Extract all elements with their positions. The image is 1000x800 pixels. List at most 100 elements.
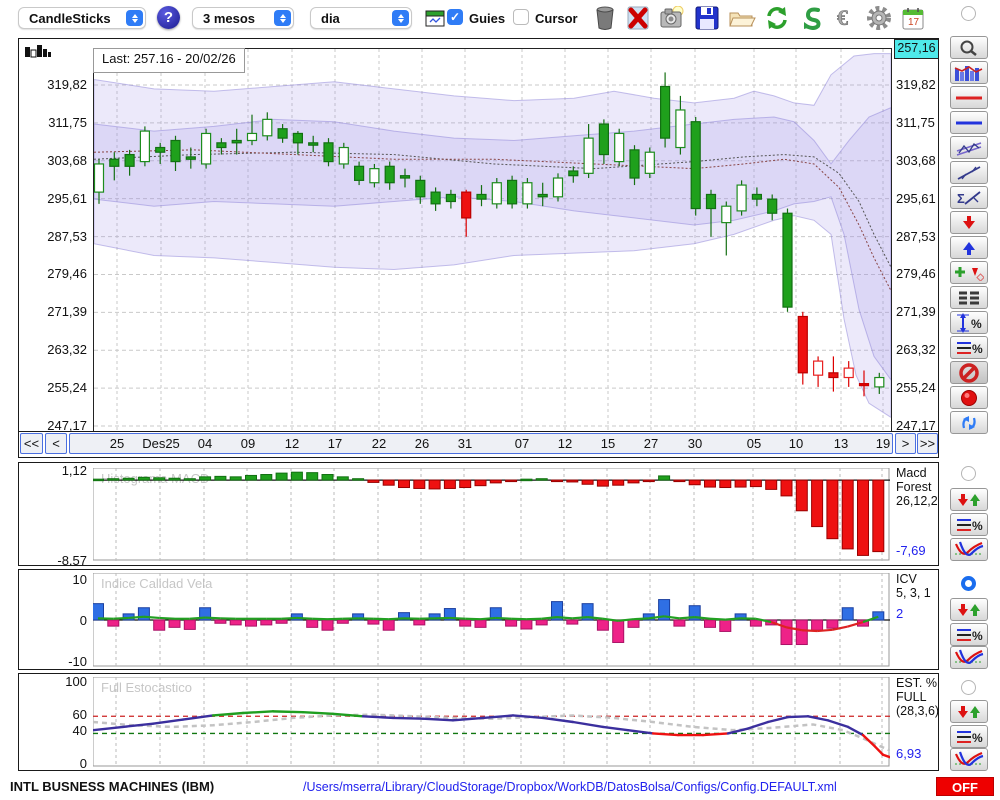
y-axis-label: 60 [72,706,87,722]
lines-percent-icon[interactable]: % [950,725,988,748]
icv-value: 2 [896,606,904,621]
trendline-icon[interactable] [950,161,988,184]
status-bar: INTL BUSNESS MACHINES (IBM) /Users/mserr… [0,774,1000,800]
chevron-updown-icon [274,10,291,26]
y-axis-label: 255,24 [47,380,87,396]
volume-histogram-icon[interactable] [24,43,52,62]
stochastic-radio[interactable] [961,680,976,695]
trash-icon[interactable] [590,4,620,32]
chevron-updown-icon [392,10,409,26]
period-select[interactable]: 3 mesos [192,7,294,29]
x-axis-date-label: 12 [284,436,300,451]
y-axis-label: 311,75 [896,114,935,130]
refresh-icon[interactable] [762,4,792,32]
off-toggle[interactable]: OFF [936,777,994,796]
date-labels-strip[interactable]: 25 Des25 04 09 12 17 22 26 31 07 12 15 27 30 05 10 13 19 [69,433,893,454]
y-axis-label: 303,68 [47,152,87,168]
x-axis-date-label: 15 [600,436,616,451]
gear-icon[interactable] [864,4,894,32]
scroll-right-button[interactable]: > [895,433,916,454]
y-axis-label: 303,68 [896,152,936,168]
y-axis-label: 311,75 [48,114,87,130]
svg-text:%: % [971,317,982,331]
x-axis-date-label: 17 [327,436,343,451]
calendar-icon[interactable]: 17 [898,4,928,32]
interval-value: dia [321,10,340,26]
macd-value: -7,69 [896,543,926,558]
current-price-tag: 257,16 [894,39,938,59]
open-folder-icon[interactable] [727,4,757,32]
sync-s-icon[interactable] [797,4,827,32]
guies-label: Guies [469,11,506,26]
x-axis-date-label: 05 [746,436,762,451]
curve-icon[interactable] [950,538,988,561]
lines-percent-icon[interactable]: % [950,336,988,359]
help-icon[interactable] [157,6,180,29]
y-axis-label: -8,57 [57,552,87,566]
svg-text:%: % [972,519,983,533]
svg-text:%: % [972,731,983,745]
y-axis-label: 279,46 [896,266,936,282]
add-marker-icon[interactable] [950,261,988,284]
red-line-icon[interactable] [950,86,988,109]
delete-x-icon[interactable] [623,4,653,32]
icv-radio[interactable] [961,576,976,591]
euro-icon[interactable]: € [831,4,861,32]
arrow-down-red-icon[interactable] [950,211,988,234]
mini-window-icon[interactable] [420,4,450,32]
lines-percent-icon[interactable]: % [950,623,988,646]
icv-canvas[interactable] [93,573,890,667]
stochastic-canvas[interactable] [93,677,890,767]
x-axis-date-label: 30 [687,436,703,451]
arrow-up-blue-icon[interactable] [950,236,988,259]
y-axis-label: 287,53 [47,228,87,244]
interval-select[interactable]: dia [310,7,412,29]
sum-line-icon[interactable]: Σ [950,186,988,209]
camera-icon[interactable] [657,4,687,32]
macd-radio[interactable] [961,466,976,481]
x-axis-date-label: 07 [514,436,530,451]
down-up-arrows-icon[interactable] [950,488,988,511]
down-up-arrows-icon[interactable] [950,700,988,723]
y-axis-label: 100 [65,674,87,690]
scroll-left-button[interactable]: < [45,433,67,454]
scroll-far-left-button[interactable]: << [20,433,43,454]
swap-arrows-icon[interactable] [950,411,988,434]
y-axis-label: 295,61 [47,190,87,206]
x-axis-date-label: 04 [197,436,213,451]
guies-checkbox[interactable] [447,9,463,25]
curve-icon[interactable] [950,646,988,669]
channel-icon[interactable] [950,136,988,159]
y-axis-label: 295,61 [896,190,936,206]
icv-panel: 10 0 -10 Indice Calidad Vela ICV 5, 3, 1 2 [18,569,939,670]
main-chart-radio[interactable] [961,6,976,21]
y-axis-label: 255,24 [896,380,936,396]
measure-vertical-percent-icon[interactable]: % [950,311,988,334]
lines-icon[interactable] [950,286,988,309]
icv-caption: ICV [896,572,917,586]
cursor-checkbox[interactable] [513,9,529,25]
forbidden-icon[interactable] [950,361,988,384]
record-icon[interactable] [950,386,988,409]
blue-line-icon[interactable] [950,111,988,134]
y-axis-label: 1,12 [61,462,87,478]
y-axis-label: 271,39 [896,304,936,320]
y-axis-label: 287,53 [896,228,936,244]
zoom-icon[interactable] [950,36,988,59]
macd-canvas[interactable] [93,468,890,561]
curve-icon[interactable] [950,748,988,771]
scroll-far-right-button[interactable]: >> [917,433,938,454]
x-axis-date-label: 31 [457,436,473,451]
chart-type-select[interactable]: CandleSticks [18,7,146,29]
x-axis-date-label: 10 [788,436,804,451]
save-floppy-icon[interactable] [692,4,722,32]
cursor-label: Cursor [535,11,578,26]
x-axis-date-label: 25 [109,436,125,451]
toolbar: CandleSticks 3 mesos dia Guies Cursor [0,0,1000,37]
down-up-arrows-icon[interactable] [950,598,988,621]
y-axis-label: 319,82 [896,77,936,92]
lines-percent-icon[interactable]: % [950,513,988,536]
histogram-chart-icon[interactable] [950,61,988,84]
config-path[interactable]: /Users/mserra/Library/CloudStorage/Dropb… [303,780,837,794]
main-chart-canvas[interactable] [93,48,892,434]
